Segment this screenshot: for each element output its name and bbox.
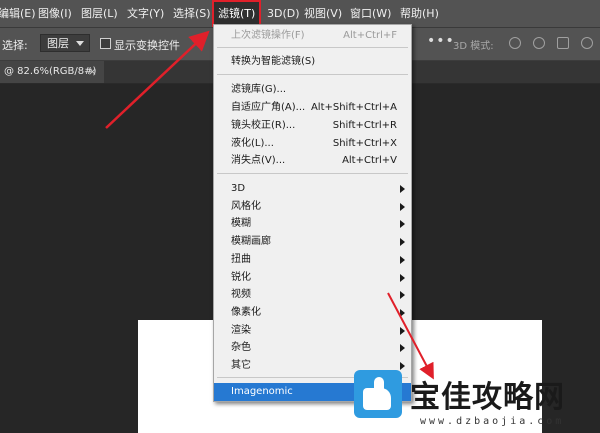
menu-type[interactable]: 文字(Y) bbox=[127, 0, 164, 27]
menu-item-shortcut: Alt+Shift+Ctrl+A bbox=[310, 102, 397, 113]
watermark-brand: 宝佳攻略网 bbox=[410, 380, 565, 415]
menu-filter[interactable]: 滤镜(T) bbox=[212, 0, 262, 27]
menu-item-vanishing-point[interactable]: 消失点(V)... Alt+Ctrl+V bbox=[214, 152, 411, 169]
menu-separator bbox=[217, 173, 408, 174]
menu-separator bbox=[217, 47, 408, 48]
menu-item-label: 锐化 bbox=[231, 272, 251, 283]
slide-3d-icon[interactable] bbox=[581, 37, 593, 49]
menu-item-submenu-sharpen[interactable]: 锐化 bbox=[214, 269, 411, 286]
menu-item-submenu-3d[interactable]: 3D bbox=[214, 180, 411, 197]
submenu-arrow-icon bbox=[400, 203, 405, 211]
menu-item-label: 滤镜库(G)... bbox=[231, 84, 287, 95]
menu-item-label: 像素化 bbox=[231, 307, 261, 318]
menu-layer[interactable]: 图层(L) bbox=[81, 0, 118, 27]
menu-item-shortcut: Shift+Ctrl+X bbox=[332, 138, 397, 149]
menu-item-submenu-blur-gallery[interactable]: 模糊画廊 bbox=[214, 233, 411, 250]
menu-item-filter-gallery[interactable]: 滤镜库(G)... bbox=[214, 81, 411, 98]
menu-separator bbox=[217, 74, 408, 75]
auto-select-label: 选择: bbox=[2, 39, 28, 52]
menu-item-label: 3D bbox=[231, 183, 246, 194]
auto-select-value: 图层 bbox=[47, 37, 69, 50]
filter-menu: 上次滤镜操作(F) Alt+Ctrl+F 转换为智能滤镜(S) 滤镜库(G)..… bbox=[213, 24, 412, 402]
submenu-arrow-icon bbox=[400, 344, 405, 352]
menu-item-label: Imagenomic bbox=[231, 386, 293, 397]
menu-image[interactable]: 图像(I) bbox=[38, 0, 72, 27]
mode-3d-label: 3D 模式: bbox=[453, 41, 494, 52]
menu-window[interactable]: 窗口(W) bbox=[350, 0, 391, 27]
menu-item-label: 风格化 bbox=[231, 201, 261, 212]
submenu-arrow-icon bbox=[400, 327, 405, 335]
menu-item-lens-correction[interactable]: 镜头校正(R)... Shift+Ctrl+R bbox=[214, 117, 411, 134]
menu-item-label: 自适应广角(A)... bbox=[231, 102, 306, 113]
watermark: 宝佳攻略网 www.dzbaojia.com bbox=[350, 366, 600, 433]
menu-item-submenu-noise[interactable]: 杂色 bbox=[214, 339, 411, 356]
menu-edit[interactable]: 编辑(E) bbox=[0, 0, 36, 27]
submenu-arrow-icon bbox=[400, 238, 405, 246]
auto-select-dropdown[interactable]: 图层 bbox=[40, 34, 90, 52]
menu-item-shortcut: Shift+Ctrl+R bbox=[332, 120, 397, 131]
submenu-arrow-icon bbox=[400, 220, 405, 228]
menu-item-label: 其它 bbox=[231, 360, 251, 371]
show-transform-label: 显示变换控件 bbox=[114, 39, 180, 52]
submenu-arrow-icon bbox=[400, 185, 405, 193]
menu-item-adaptive-wide-angle[interactable]: 自适应广角(A)... Alt+Shift+Ctrl+A bbox=[214, 99, 411, 116]
menu-view[interactable]: 视图(V) bbox=[304, 0, 342, 27]
menu-item-convert-smart-filter[interactable]: 转换为智能滤镜(S) bbox=[214, 53, 411, 70]
menu-item-submenu-pixelate[interactable]: 像素化 bbox=[214, 304, 411, 321]
menu-item-submenu-blur[interactable]: 模糊 bbox=[214, 215, 411, 232]
submenu-arrow-icon bbox=[400, 274, 405, 282]
chevron-down-icon bbox=[76, 41, 84, 46]
menu-item-submenu-distort[interactable]: 扭曲 bbox=[214, 251, 411, 268]
menu-item-label: 上次滤镜操作(F) bbox=[231, 30, 305, 41]
menu-item-label: 模糊画廊 bbox=[231, 236, 271, 247]
menu-item-label: 转换为智能滤镜(S) bbox=[231, 56, 316, 67]
menu-3d[interactable]: 3D(D) bbox=[267, 0, 300, 27]
menu-item-shortcut: Alt+Ctrl+V bbox=[342, 155, 397, 166]
close-icon[interactable]: × bbox=[88, 61, 97, 83]
menu-help[interactable]: 帮助(H) bbox=[400, 0, 439, 27]
menu-item-submenu-video[interactable]: 视频 bbox=[214, 286, 411, 303]
menu-item-label: 镜头校正(R)... bbox=[231, 120, 296, 131]
menu-item-shortcut: Alt+Ctrl+F bbox=[343, 30, 397, 41]
menu-item-label: 消失点(V)... bbox=[231, 155, 286, 166]
menu-item-submenu-stylize[interactable]: 风格化 bbox=[214, 198, 411, 215]
menu-item-liquify[interactable]: 液化(L)... Shift+Ctrl+X bbox=[214, 135, 411, 152]
menu-item-submenu-render[interactable]: 渲染 bbox=[214, 322, 411, 339]
watermark-url: www.dzbaojia.com bbox=[420, 416, 565, 427]
menu-select[interactable]: 选择(S) bbox=[173, 0, 211, 27]
menu-item-label: 模糊 bbox=[231, 218, 251, 229]
submenu-arrow-icon bbox=[400, 309, 405, 317]
document-tab-title: @ 82.6%(RGB/8#) bbox=[4, 66, 97, 77]
pan-3d-icon[interactable] bbox=[557, 37, 569, 49]
show-transform-checkbox[interactable] bbox=[100, 38, 111, 49]
menu-item-last-filter: 上次滤镜操作(F) Alt+Ctrl+F bbox=[214, 27, 411, 44]
more-options-icon[interactable]: ••• bbox=[427, 33, 455, 49]
submenu-arrow-icon bbox=[400, 291, 405, 299]
menu-item-label: 扭曲 bbox=[231, 254, 251, 265]
thumbs-up-logo-icon bbox=[354, 370, 402, 418]
menu-item-label: 渲染 bbox=[231, 325, 251, 336]
document-tab[interactable]: @ 82.6%(RGB/8#) × bbox=[0, 61, 104, 83]
roll-3d-icon[interactable] bbox=[533, 37, 545, 49]
menu-item-label: 液化(L)... bbox=[231, 138, 274, 149]
orbit-3d-icon[interactable] bbox=[509, 37, 521, 49]
menu-item-label: 视频 bbox=[231, 289, 251, 300]
menu-item-label: 杂色 bbox=[231, 342, 251, 353]
submenu-arrow-icon bbox=[400, 256, 405, 264]
